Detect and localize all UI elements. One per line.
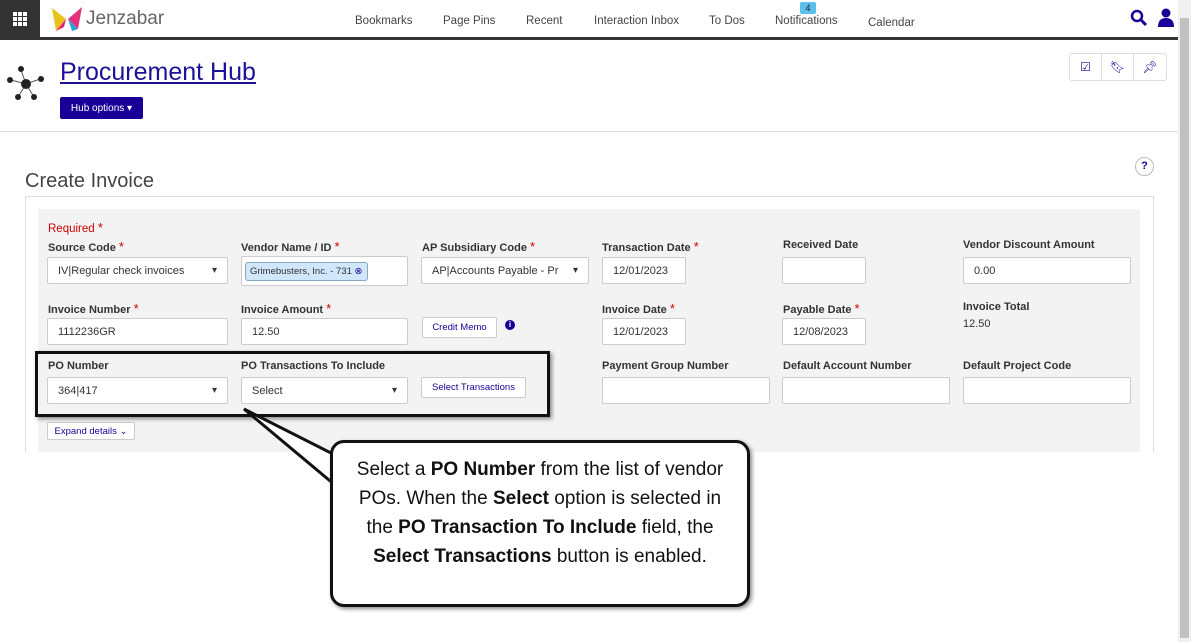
payable-date-input[interactable]: 12/08/2023 xyxy=(782,318,866,345)
remove-tag-icon[interactable]: ⊗ xyxy=(355,266,363,277)
source-code-select[interactable]: IV|Regular check invoices ▾ xyxy=(47,257,228,284)
notification-badge: 4 xyxy=(800,2,816,14)
transaction-date-input[interactable]: 12/01/2023 xyxy=(602,257,686,284)
credit-memo-button[interactable]: Credit Memo xyxy=(422,317,497,338)
nav-calendar[interactable]: Calendar xyxy=(868,17,915,29)
page-title: Create Invoice xyxy=(25,170,154,192)
nav-to-dos[interactable]: To Dos xyxy=(709,15,745,27)
source-code-label: Source Code * xyxy=(48,239,124,254)
invoice-amount-input[interactable]: 12.50 xyxy=(241,318,408,345)
search-icon[interactable] xyxy=(1130,9,1148,27)
butterfly-logo-icon xyxy=(52,7,82,31)
invoice-number-input[interactable]: 1112236GR xyxy=(47,318,228,345)
expand-details-button[interactable]: Expand details ⌄ xyxy=(47,422,135,440)
ap-code-label: AP Subsidiary Code * xyxy=(422,239,536,254)
user-icon[interactable] xyxy=(1157,8,1175,27)
todo-check-icon[interactable]: ☑ xyxy=(1070,54,1102,80)
hub-options-button[interactable]: Hub options ▾ xyxy=(60,97,143,119)
invoice-amount-label: Invoice Amount * xyxy=(241,301,332,316)
callout-text: Select a PO Number from the list of vend… xyxy=(330,440,750,607)
default-account-label: Default Account Number xyxy=(783,360,912,372)
help-button[interactable]: ? xyxy=(1135,157,1154,176)
hub-title-link[interactable]: Procurement Hub xyxy=(60,58,256,87)
grid-icon xyxy=(13,12,27,26)
vendor-discount-label: Vendor Discount Amount xyxy=(963,239,1095,251)
vendor-tag: Grimebusters, Inc. - 731 ⊗ xyxy=(245,261,368,281)
received-date-input[interactable] xyxy=(782,257,866,284)
vendor-label: Vendor Name / ID * xyxy=(241,239,340,254)
hub-network-icon xyxy=(7,66,44,100)
invoice-number-label: Invoice Number * xyxy=(48,301,139,316)
nav-bookmarks[interactable]: Bookmarks xyxy=(355,15,413,27)
default-account-input[interactable] xyxy=(782,377,950,404)
payment-group-label: Payment Group Number xyxy=(602,360,729,372)
vendor-discount-input[interactable]: 0.00 xyxy=(963,257,1131,284)
chevron-down-icon: ▾ xyxy=(572,265,578,276)
invoice-date-input[interactable]: 12/01/2023 xyxy=(602,318,686,345)
payment-group-input[interactable] xyxy=(602,377,770,404)
invoice-date-label: Invoice Date * xyxy=(602,301,675,316)
app-grid-button[interactable] xyxy=(0,0,40,38)
transaction-date-label: Transaction Date * xyxy=(602,239,699,254)
payable-date-label: Payable Date * xyxy=(783,301,860,316)
received-date-label: Received Date xyxy=(783,239,859,251)
info-icon[interactable]: i xyxy=(505,320,515,330)
brand-name: Jenzabar xyxy=(86,8,165,29)
logo[interactable]: Jenzabar xyxy=(50,5,164,33)
invoice-total-value: 12.50 xyxy=(963,318,991,330)
default-project-label: Default Project Code xyxy=(963,360,1072,372)
pin-icon[interactable]: 📌︎ xyxy=(1134,54,1166,80)
default-project-input[interactable] xyxy=(963,377,1131,404)
divider xyxy=(0,131,1178,132)
nav-interaction-inbox[interactable]: Interaction Inbox xyxy=(594,15,679,27)
nav-page-pins[interactable]: Page Pins xyxy=(443,15,495,27)
ap-code-select[interactable]: AP|Accounts Payable - Pr ▾ xyxy=(421,257,589,284)
invoice-total-label: Invoice Total xyxy=(963,301,1030,313)
nav-notifications[interactable]: Notifications xyxy=(775,15,838,27)
bookmark-icon[interactable]: 🔖︎ xyxy=(1102,54,1134,80)
top-bar xyxy=(0,0,1178,40)
required-text: Required xyxy=(48,223,95,235)
required-note: Required * xyxy=(48,220,103,235)
vendor-input[interactable]: Grimebusters, Inc. - 731 ⊗ xyxy=(241,256,408,286)
scrollbar-thumb[interactable] xyxy=(1180,18,1189,638)
nav-recent[interactable]: Recent xyxy=(526,15,562,27)
page-tools: ☑ 🔖︎ 📌︎ xyxy=(1069,53,1167,81)
chevron-down-icon: ▾ xyxy=(211,265,217,276)
